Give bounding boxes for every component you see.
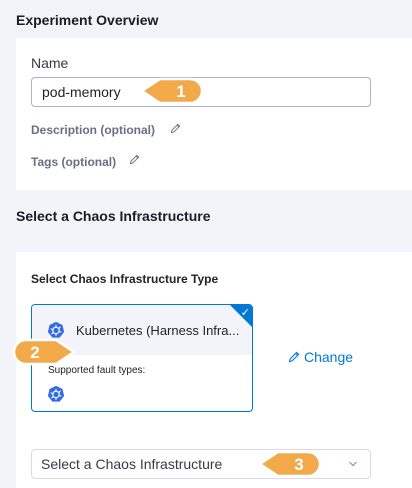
- name-label: Name: [31, 55, 69, 71]
- callout-1: 1: [140, 77, 204, 105]
- kubernetes-fault-icon: [47, 385, 65, 402]
- callout-2-number: 2: [30, 343, 39, 362]
- edit-icon: [288, 351, 300, 363]
- change-label: Change: [304, 349, 354, 365]
- select-placeholder: Select a Chaos Infrastructure: [41, 456, 223, 472]
- description-edit-icon[interactable]: [170, 123, 181, 134]
- chevron-down-icon: [349, 461, 357, 467]
- selected-check-icon: ✓: [240, 307, 250, 319]
- infrastructure-type-title: Select Chaos Infrastructure Type: [31, 272, 219, 286]
- experiment-overview-title: Experiment Overview: [16, 12, 159, 28]
- callout-3-number: 3: [294, 455, 303, 474]
- callout-2: 2: [12, 338, 76, 366]
- tags-label[interactable]: Tags (optional): [31, 155, 116, 169]
- callout-1-number: 1: [176, 82, 185, 101]
- chaos-infrastructure-title: Select a Chaos Infrastructure: [16, 208, 211, 224]
- description-label[interactable]: Description (optional): [31, 123, 155, 137]
- kubernetes-type-label: Kubernetes (Harness Infra...: [76, 323, 240, 338]
- change-button[interactable]: Change: [288, 349, 353, 365]
- callout-3: 3: [258, 450, 322, 478]
- tags-edit-icon[interactable]: [129, 154, 140, 165]
